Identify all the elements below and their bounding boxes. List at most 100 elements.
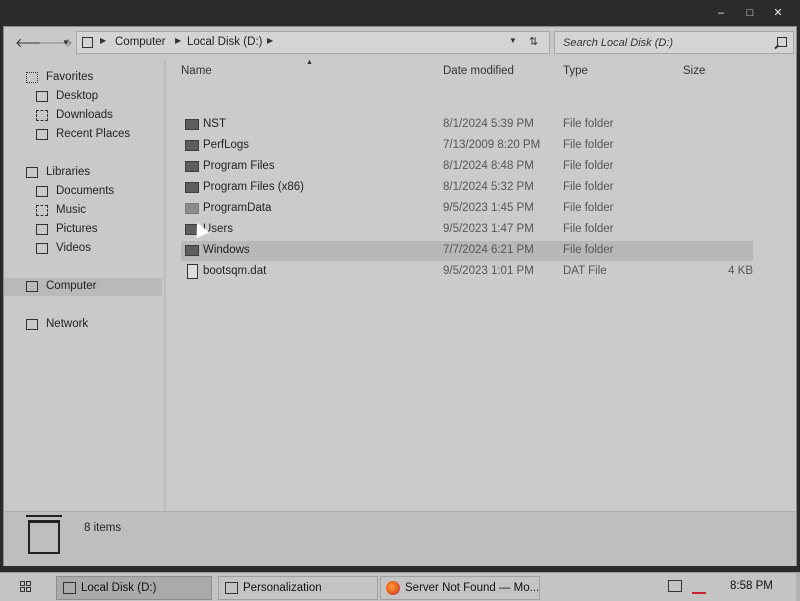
file-list: Name ▲ Date modified Type Size NST 8/1/2… bbox=[166, 59, 796, 511]
sidebar-item-music[interactable]: Music bbox=[4, 202, 162, 220]
sidebar-item-pictures[interactable]: Pictures bbox=[4, 221, 162, 239]
file-date: 7/13/2009 8:20 PM bbox=[443, 139, 541, 151]
navigation-pane: Favorites Desktop Downloads Recent Place… bbox=[4, 59, 164, 511]
file-type: File folder bbox=[563, 181, 614, 193]
taskbar-item-local-disk[interactable]: Local Disk (D:) bbox=[56, 576, 212, 600]
taskbar-clock[interactable]: 8:58 PM bbox=[730, 580, 773, 592]
taskbar-item-personalization[interactable]: Personalization bbox=[218, 576, 378, 600]
sidebar-item-favorites[interactable]: Favorites bbox=[4, 69, 162, 87]
refresh-icon[interactable]: ⇅ bbox=[529, 35, 538, 48]
taskbar-item-label: Local Disk (D:) bbox=[81, 582, 157, 594]
file-row-program-files[interactable]: Program Files 8/1/2024 8:48 PM File fold… bbox=[181, 157, 753, 177]
file-type: File folder bbox=[563, 118, 614, 130]
file-type: File folder bbox=[563, 223, 614, 235]
sidebar-item-label: Recent Places bbox=[56, 128, 131, 140]
file-size: 4 KB bbox=[728, 265, 753, 277]
address-dropdown-icon[interactable]: ▼ bbox=[509, 36, 517, 45]
drive-icon bbox=[26, 515, 62, 554]
file-row-users[interactable]: Users 9/5/2023 1:47 PM File folder bbox=[181, 220, 753, 240]
sidebar-group-label: Favorites bbox=[46, 71, 94, 83]
network-icon bbox=[26, 319, 38, 330]
taskbar-item-firefox[interactable]: Server Not Found — Mo... bbox=[380, 576, 540, 600]
breadcrumb-local-disk[interactable]: Local Disk (D:) bbox=[187, 36, 262, 48]
breadcrumb-separator-icon[interactable]: ▶ bbox=[267, 36, 273, 45]
desktop-icon bbox=[36, 91, 48, 102]
sidebar-item-downloads[interactable]: Downloads bbox=[4, 107, 162, 125]
breadcrumb-computer[interactable]: Computer bbox=[115, 36, 166, 48]
forward-button[interactable]: 🡒 bbox=[38, 35, 73, 51]
network-status-icon[interactable] bbox=[668, 580, 682, 592]
search-icon[interactable] bbox=[777, 37, 787, 47]
music-icon bbox=[36, 205, 48, 216]
taskbar: Local Disk (D:) Personalization Server N… bbox=[0, 572, 800, 601]
file-row-perflogs[interactable]: PerfLogs 7/13/2009 8:20 PM File folder bbox=[181, 136, 753, 156]
start-menu-icon[interactable] bbox=[20, 581, 32, 593]
file-name: Program Files bbox=[203, 160, 275, 172]
column-header-size[interactable]: Size bbox=[683, 65, 705, 77]
location-icon bbox=[82, 37, 93, 48]
file-date: 8/1/2024 5:39 PM bbox=[443, 118, 534, 130]
sidebar-item-label: Music bbox=[56, 204, 87, 216]
file-date: 9/5/2023 1:45 PM bbox=[443, 202, 534, 214]
sidebar-item-label: Pictures bbox=[56, 223, 98, 235]
library-icon bbox=[26, 167, 38, 178]
file-date: 9/5/2023 1:01 PM bbox=[443, 265, 534, 277]
column-header-name[interactable]: Name bbox=[181, 65, 212, 77]
settings-window-icon bbox=[225, 582, 238, 594]
sidebar-item-recent-places[interactable]: Recent Places bbox=[4, 126, 162, 144]
recent-locations-button[interactable]: ▼ bbox=[58, 35, 74, 51]
videos-icon bbox=[36, 243, 48, 254]
downloads-icon bbox=[36, 110, 48, 121]
star-icon bbox=[26, 72, 38, 83]
sidebar-item-videos[interactable]: Videos bbox=[4, 240, 162, 258]
file-row-programdata[interactable]: ProgramData 9/5/2023 1:45 PM File folder bbox=[181, 199, 753, 219]
sidebar-item-desktop[interactable]: Desktop bbox=[4, 88, 162, 106]
file-row-program-files-x86[interactable]: Program Files (x86) 8/1/2024 5:32 PM Fil… bbox=[181, 178, 753, 198]
file-date: 7/7/2024 6:21 PM bbox=[443, 244, 534, 256]
file-row-windows[interactable]: Windows 7/7/2024 6:21 PM File folder bbox=[181, 241, 753, 261]
maximize-button[interactable]: □ bbox=[739, 4, 761, 22]
file-name: PerfLogs bbox=[203, 139, 250, 151]
address-bar[interactable]: ▶ Computer ▶ Local Disk (D:) ▶ ▼ ⇅ bbox=[76, 31, 550, 54]
search-box[interactable]: Search Local Disk (D:) bbox=[554, 31, 794, 54]
sidebar-item-label: Desktop bbox=[56, 90, 99, 102]
folder-icon bbox=[185, 161, 199, 172]
recent-places-icon bbox=[36, 129, 48, 140]
show-desktop-button[interactable] bbox=[796, 573, 800, 601]
folder-icon bbox=[185, 182, 199, 193]
chevron-down-icon: ▼ bbox=[62, 38, 70, 47]
folder-icon bbox=[185, 119, 199, 130]
back-button[interactable]: 🡐 bbox=[15, 35, 50, 51]
taskbar-item-label: Server Not Found — Mo... bbox=[405, 582, 540, 594]
breadcrumb-separator-icon[interactable]: ▶ bbox=[175, 36, 181, 45]
title-bar: – □ ✕ bbox=[0, 0, 800, 26]
firefox-icon bbox=[386, 581, 400, 595]
file-type: DAT File bbox=[563, 265, 607, 277]
file-icon bbox=[187, 264, 198, 279]
item-count: 8 items bbox=[84, 522, 122, 534]
sidebar-item-network[interactable]: Network bbox=[4, 316, 162, 334]
column-header-date[interactable]: Date modified bbox=[443, 65, 514, 77]
column-header-type[interactable]: Type bbox=[563, 65, 588, 77]
sidebar-item-libraries[interactable]: Libraries bbox=[4, 164, 162, 182]
file-name: Windows bbox=[203, 244, 250, 256]
sidebar-item-documents[interactable]: Documents bbox=[4, 183, 162, 201]
pictures-icon bbox=[36, 224, 48, 235]
sidebar-item-label: Videos bbox=[56, 242, 91, 254]
sidebar-item-label: Documents bbox=[56, 185, 115, 197]
search-input[interactable]: Search Local Disk (D:) bbox=[563, 37, 673, 49]
sort-ascending-icon: ▲ bbox=[306, 59, 313, 66]
folder-icon bbox=[185, 140, 199, 151]
file-type: File folder bbox=[563, 160, 614, 172]
file-row-nst[interactable]: NST 8/1/2024 5:39 PM File folder bbox=[181, 115, 753, 135]
minimize-button[interactable]: – bbox=[710, 4, 732, 22]
close-button[interactable]: ✕ bbox=[767, 4, 789, 22]
documents-icon bbox=[36, 186, 48, 197]
breadcrumb-separator-icon[interactable]: ▶ bbox=[100, 36, 106, 45]
navigation-toolbar: 🡐 🡒 ▼ ▶ Computer ▶ Local Disk (D:) ▶ ▼ ⇅… bbox=[4, 27, 796, 59]
volume-icon[interactable] bbox=[692, 592, 706, 594]
file-date: 8/1/2024 5:32 PM bbox=[443, 181, 534, 193]
sidebar-item-computer[interactable]: Computer bbox=[4, 278, 162, 296]
file-row-bootsqm[interactable]: bootsqm.dat 9/5/2023 1:01 PM DAT File 4 … bbox=[181, 262, 753, 282]
file-date: 9/5/2023 1:47 PM bbox=[443, 223, 534, 235]
